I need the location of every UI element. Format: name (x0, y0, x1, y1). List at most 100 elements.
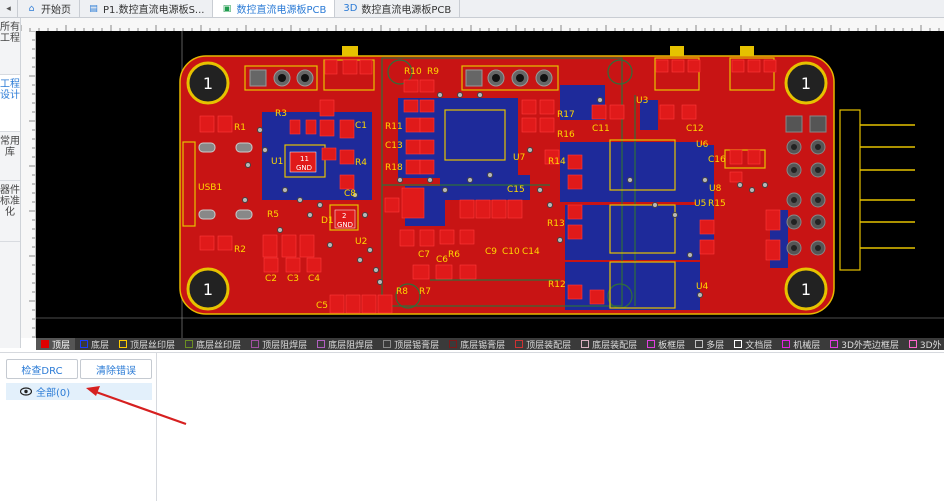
layer-item[interactable]: 底层 (75, 338, 114, 350)
tab-label: P1.数控直流电源板S... (103, 5, 205, 16)
pcb-board-drawing[interactable]: 1 1 1 1 USB1 R1 R3 R4 R5 R2 C1 C2 C3 C4 … (36, 31, 944, 338)
tab-start-page[interactable]: ⌂ 开始页 (18, 0, 80, 17)
pcb-label: R17 (557, 110, 575, 120)
ruler-top (20, 18, 944, 32)
sidebar-item-project-design[interactable]: 工程设计 (0, 75, 20, 132)
pcb-label: C12 (686, 124, 704, 134)
clear-errors-button[interactable]: 清除错误 (80, 359, 152, 379)
pcb-label: C5 (316, 301, 328, 311)
layer-label: 顶层锡膏层 (394, 340, 440, 351)
layer-color-swatch[interactable] (41, 340, 49, 348)
pcb-label: R1 (234, 123, 246, 133)
schematic-icon: ▤ (89, 3, 98, 14)
layer-label: 顶层装配层 (526, 340, 572, 351)
layer-item[interactable]: 顶层阻焊层 (246, 338, 312, 350)
layer-label: 机械层 (793, 340, 821, 351)
layer-color-swatch[interactable] (383, 340, 392, 348)
layer-item[interactable]: 3D外壳边框层 (825, 338, 904, 350)
sidebar-item-common-library[interactable]: 常用库 (0, 132, 20, 181)
sidebar-item-standardization[interactable]: 器件标准化 (0, 181, 20, 242)
pcb-label: C14 (522, 247, 540, 257)
drc-panel: 检查DRC 清除错误 全部(0) (0, 352, 157, 501)
pcb-label: C9 (485, 247, 497, 257)
layer-color-swatch[interactable] (830, 340, 839, 348)
pcb-label: R13 (547, 219, 565, 229)
pcb-label: R3 (275, 109, 287, 119)
layer-label: 底层阻焊层 (328, 340, 374, 351)
layer-label: 底层 (91, 340, 110, 351)
tab-pcb[interactable]: ▣ 数控直流电源板PCB (213, 0, 336, 17)
layer-color-swatch[interactable] (782, 340, 791, 348)
layer-label: 板框层 (658, 340, 686, 351)
layer-item[interactable]: 底层丝印层 (180, 338, 246, 350)
pcb-label: U2 (355, 237, 367, 247)
drc-all-item[interactable]: 全部(0) (6, 383, 152, 400)
pcb-label: GND (337, 221, 353, 229)
layer-color-swatch[interactable] (647, 340, 656, 348)
layer-item[interactable]: 多层 (690, 338, 729, 350)
tab-label: 数控直流电源板PCB (361, 5, 452, 16)
pcb-label: GND (296, 164, 312, 172)
pcb-label: C11 (592, 124, 610, 134)
pcb-label: C10 (502, 247, 520, 257)
layer-color-swatch[interactable] (695, 340, 704, 348)
mount-hole-label: 1 (801, 74, 811, 93)
tab-bar: ◂ ⌂ 开始页 ▤ P1.数控直流电源板S... ▣ 数控直流电源板PCB 3D… (0, 0, 944, 18)
pcb-label: C7 (418, 250, 430, 260)
layer-item[interactable]: 3D外 (904, 338, 944, 350)
collapse-icon[interactable]: ◂ (0, 0, 18, 17)
pcb-label: C8 (344, 189, 356, 199)
pcb-label: U5 (694, 199, 706, 209)
layer-color-swatch[interactable] (734, 340, 743, 348)
pcb-canvas[interactable]: 1 1 1 1 USB1 R1 R3 R4 R5 R2 C1 C2 C3 C4 … (36, 31, 944, 338)
layer-color-swatch[interactable] (317, 340, 326, 348)
layer-item[interactable]: 底层阻焊层 (312, 338, 378, 350)
pcb-label: R18 (385, 163, 403, 173)
layer-item[interactable]: 底层锡膏层 (444, 338, 510, 350)
sidebar-item-all-projects[interactable]: 所有工程 (0, 18, 20, 75)
layer-item[interactable]: 文档层 (729, 338, 777, 350)
ruler-ticks-left (29, 30, 35, 338)
pcb-label: C6 (436, 255, 448, 265)
mount-hole-label: 1 (203, 280, 213, 299)
layer-item[interactable]: 顶层装配层 (510, 338, 576, 350)
layer-label: 底层丝印层 (196, 340, 242, 351)
layer-color-swatch[interactable] (515, 340, 524, 348)
home-icon: ⌂ (28, 3, 35, 14)
pcb-label: R10 (404, 67, 422, 77)
layer-color-swatch[interactable] (80, 340, 89, 348)
pcb-label: R12 (548, 280, 566, 290)
layer-item[interactable]: 顶层丝印层 (114, 338, 180, 350)
pcb-label: C16 (708, 155, 726, 165)
layer-color-swatch[interactable] (185, 340, 194, 348)
tab-schematic[interactable]: ▤ P1.数控直流电源板S... (80, 0, 214, 17)
pcb-label: R9 (427, 67, 439, 77)
mount-hole-label: 1 (203, 74, 213, 93)
layer-label: 文档层 (745, 340, 773, 351)
layer-color-swatch[interactable] (251, 340, 260, 348)
check-drc-button[interactable]: 检查DRC (6, 359, 78, 379)
pcb-label: U7 (513, 153, 525, 163)
layer-item[interactable]: 机械层 (777, 338, 825, 350)
pcb-label: U6 (696, 140, 709, 150)
pcb-label: R14 (548, 157, 566, 167)
ruler-ticks (20, 25, 940, 31)
layer-item[interactable]: 板框层 (642, 338, 690, 350)
pcb-label: R16 (557, 130, 575, 140)
pcb-label: R6 (448, 250, 460, 260)
tab-label: 数控直流电源板PCB (236, 5, 327, 16)
mount-hole-label: 1 (801, 280, 811, 299)
layer-color-swatch[interactable] (449, 340, 458, 348)
layer-color-swatch[interactable] (908, 340, 917, 348)
layer-color-swatch[interactable] (119, 340, 128, 348)
eye-icon[interactable] (20, 387, 32, 396)
pcb-label: 11 (300, 155, 309, 163)
pcb-label: U3 (636, 96, 648, 106)
layer-item[interactable]: 底层装配层 (576, 338, 642, 350)
pcb-label: C15 (507, 185, 525, 195)
pcb-label: R5 (267, 210, 279, 220)
layer-item[interactable]: 顶层 (36, 338, 76, 350)
layer-item[interactable]: 顶层锡膏层 (378, 338, 444, 350)
tab-3d-view[interactable]: 3D 数控直流电源板PCB (335, 0, 461, 17)
layer-color-swatch[interactable] (581, 340, 590, 348)
